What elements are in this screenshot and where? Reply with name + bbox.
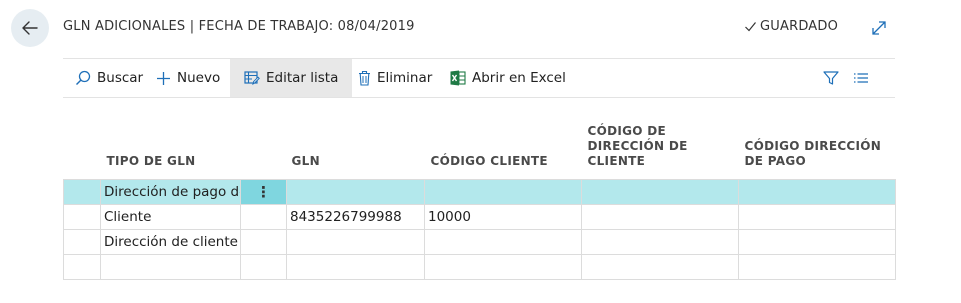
- column-header-codigo-cliente[interactable]: CÓDIGO CLIENTE: [425, 98, 582, 180]
- table-row[interactable]: Cliente 8435226799988 10000: [63, 204, 896, 230]
- filter-icon: [823, 71, 839, 85]
- cell-codigo-direccion-pago[interactable]: [738, 229, 896, 255]
- search-button[interactable]: Buscar: [75, 59, 143, 97]
- row-actions-cell: [240, 204, 287, 230]
- list-view-button[interactable]: [853, 59, 869, 97]
- search-icon: [76, 70, 91, 85]
- table-row[interactable]: Dirección de pago del ⋮: [63, 179, 896, 205]
- edit-list-icon: [244, 71, 260, 86]
- cell-codigo-direccion-cliente[interactable]: [581, 204, 739, 230]
- cell-codigo-cliente[interactable]: 10000: [424, 204, 582, 230]
- cell-codigo-cliente[interactable]: [424, 229, 582, 255]
- search-label: Buscar: [97, 70, 144, 86]
- cell-codigo-cliente[interactable]: [424, 254, 582, 280]
- edit-list-button[interactable]: Editar lista: [230, 59, 353, 97]
- row-indicator[interactable]: [63, 204, 101, 230]
- row-indicator-header: [64, 98, 101, 180]
- row-actions-button[interactable]: ⋮: [240, 179, 287, 205]
- cell-gln[interactable]: [286, 254, 425, 280]
- back-button[interactable]: [11, 9, 49, 47]
- cell-tipo[interactable]: Dirección de cliente: [100, 229, 241, 255]
- cell-codigo-direccion-cliente[interactable]: [581, 229, 739, 255]
- table-header-row: TIPO DE GLN GLN CÓDIGO CLIENTE CÓDIGO DE…: [64, 98, 896, 180]
- trash-icon: [359, 70, 370, 86]
- delete-label: Eliminar: [377, 70, 433, 86]
- row-indicator[interactable]: [63, 254, 101, 280]
- saved-status: GUARDADO: [744, 19, 838, 34]
- table-row[interactable]: [63, 254, 896, 280]
- new-label: Nuevo: [177, 70, 221, 86]
- cell-tipo[interactable]: Cliente: [100, 204, 241, 230]
- column-header-tipo[interactable]: TIPO DE GLN: [101, 98, 241, 180]
- open-in-excel-label: Abrir en Excel: [472, 70, 566, 86]
- page-title: GLN ADICIONALES | FECHA DE TRABAJO: 08/0…: [63, 19, 415, 34]
- excel-icon: [450, 70, 466, 86]
- gln-table: TIPO DE GLN GLN CÓDIGO CLIENTE CÓDIGO DE…: [63, 98, 896, 280]
- cell-codigo-direccion-pago[interactable]: [738, 204, 896, 230]
- delete-button[interactable]: Eliminar: [358, 59, 432, 97]
- edit-list-label: Editar lista: [266, 70, 339, 86]
- expand-icon: [872, 21, 886, 35]
- row-actions-cell: [240, 254, 287, 280]
- cell-gln[interactable]: 8435226799988: [286, 204, 425, 230]
- cell-gln[interactable]: [286, 229, 425, 255]
- cell-gln[interactable]: [286, 179, 425, 205]
- row-actions-cell: [240, 229, 287, 255]
- table-row[interactable]: Dirección de cliente: [63, 229, 896, 255]
- list-view-icon: [854, 73, 868, 83]
- row-indicator[interactable]: [63, 229, 101, 255]
- new-button[interactable]: Nuevo: [156, 59, 220, 97]
- saved-status-label: GUARDADO: [760, 19, 839, 34]
- row-indicator[interactable]: [63, 179, 101, 205]
- column-header-gln[interactable]: GLN: [287, 98, 425, 180]
- cell-tipo[interactable]: Dirección de pago del: [100, 179, 241, 205]
- plus-icon: [157, 71, 170, 85]
- open-in-excel-button[interactable]: Abrir en Excel: [450, 59, 566, 97]
- cell-codigo-direccion-cliente[interactable]: [581, 179, 739, 205]
- cell-codigo-cliente[interactable]: [424, 179, 582, 205]
- cell-codigo-direccion-pago[interactable]: [738, 179, 896, 205]
- cell-codigo-direccion-pago[interactable]: [738, 254, 896, 280]
- column-header-codigo-direccion-cliente[interactable]: CÓDIGO DE DIRECCIÓN DE CLIENTE: [582, 98, 739, 180]
- cell-codigo-direccion-cliente[interactable]: [581, 254, 739, 280]
- expand-button[interactable]: [870, 19, 888, 37]
- more-vertical-icon: ⋮: [256, 183, 271, 201]
- arrow-left-icon: [22, 21, 38, 35]
- filter-button[interactable]: [823, 59, 839, 97]
- cell-tipo[interactable]: [100, 254, 241, 280]
- column-header-actions: [241, 98, 287, 180]
- column-header-codigo-direccion-pago[interactable]: CÓDIGO DIRECCIÓN DE PAGO: [739, 98, 896, 180]
- action-bar: Buscar Nuevo Editar lista Eliminar Abrir…: [63, 58, 895, 98]
- check-icon: [745, 22, 756, 32]
